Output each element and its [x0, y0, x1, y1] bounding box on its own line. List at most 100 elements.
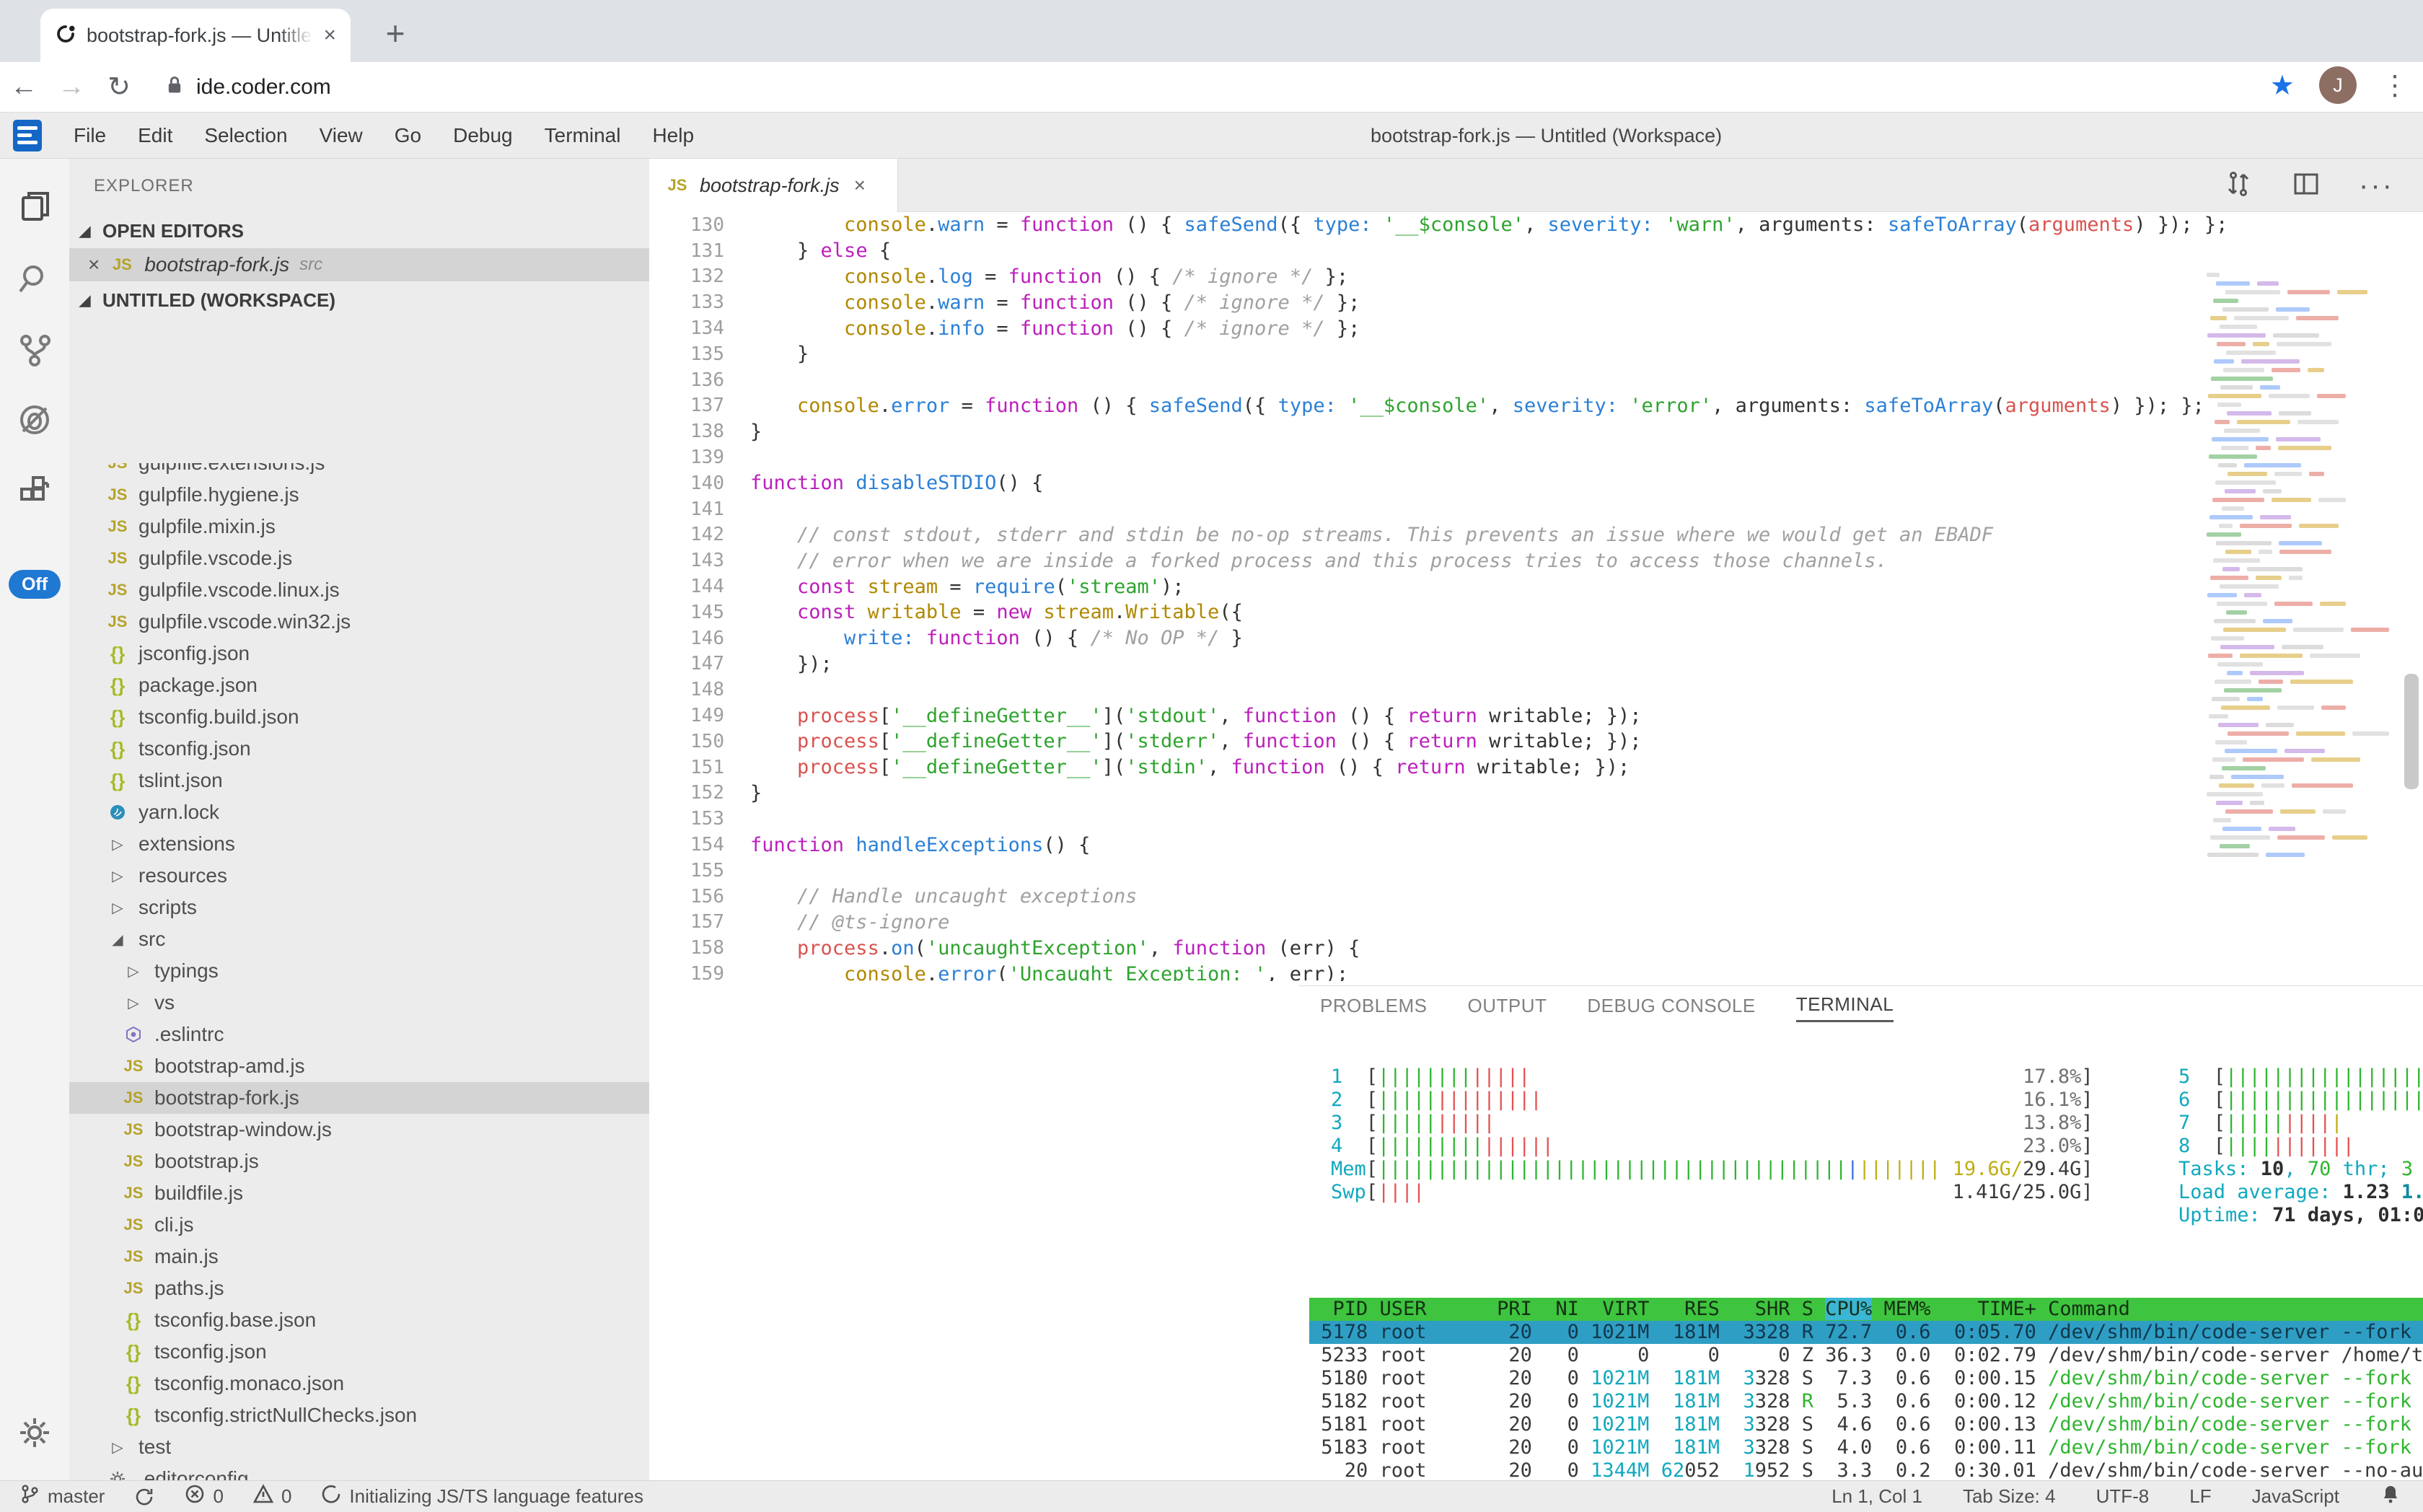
- tree-item[interactable]: {}tsconfig.strictNullChecks.json: [69, 1399, 649, 1431]
- code-line: 134 console.info = function () { /* igno…: [649, 315, 2423, 341]
- url-text[interactable]: ide.coder.com: [196, 75, 331, 100]
- code-line: 156 // Handle uncaught exceptions: [649, 884, 2423, 910]
- cursor-position[interactable]: Ln 1, Col 1: [1831, 1485, 1922, 1508]
- editor-group: JS bootstrap-fork.js × ··· 130 console.w…: [649, 159, 2423, 1480]
- bookmark-star-icon[interactable]: ★: [2270, 69, 2295, 102]
- tree-item[interactable]: yarn.lock: [69, 796, 649, 828]
- sync-editors-icon[interactable]: [2223, 169, 2253, 203]
- panel-tab-debug-console[interactable]: DEBUG CONSOLE: [1587, 995, 1755, 1021]
- open-editor-item[interactable]: × JS bootstrap-fork.js src: [69, 248, 649, 281]
- htop-process-row: 5183 root 20 0 1021M 181M 3328 S 4.0 0.6…: [1309, 1436, 2423, 1459]
- eol[interactable]: LF: [2189, 1485, 2211, 1508]
- back-icon[interactable]: ←: [0, 71, 48, 102]
- tree-item[interactable]: {}tsconfig.json: [69, 733, 649, 765]
- tree-item[interactable]: ▷test: [69, 1431, 649, 1463]
- menu-terminal[interactable]: Terminal: [529, 113, 637, 159]
- htop-table-header: PID USER PRI NI VIRT RES SHR S CPU% MEM%…: [1309, 1298, 2423, 1321]
- tree-item[interactable]: .eslintrc: [69, 1019, 649, 1050]
- tree-item[interactable]: JSgulpfile.extensions.js: [69, 463, 649, 479]
- menu-help[interactable]: Help: [636, 113, 710, 159]
- browser-menu-icon[interactable]: ⋮: [2381, 69, 2409, 102]
- tab-close-icon[interactable]: ×: [323, 23, 336, 48]
- tree-item[interactable]: ▷extensions: [69, 828, 649, 860]
- debug-disabled-icon[interactable]: [16, 401, 53, 439]
- terminal-output[interactable]: 1 [||||||||||||| 17.8%]2 [||||||||||||||…: [1298, 1029, 2423, 1481]
- menu-debug[interactable]: Debug: [437, 113, 529, 159]
- extensions-icon[interactable]: [16, 472, 53, 509]
- editor-scrollbar[interactable]: [2404, 674, 2419, 789]
- editor-tab-active[interactable]: JS bootstrap-fork.js ×: [649, 159, 898, 212]
- panel-tab-problems[interactable]: PROBLEMS: [1320, 995, 1428, 1021]
- encoding[interactable]: UTF-8: [2096, 1485, 2150, 1508]
- json-file-icon: {}: [105, 706, 130, 729]
- forward-icon[interactable]: →: [48, 71, 95, 102]
- close-icon[interactable]: ×: [854, 174, 866, 197]
- tree-item[interactable]: ◢src: [69, 923, 649, 955]
- tree-item[interactable]: JSgulpfile.vscode.linux.js: [69, 574, 649, 606]
- source-control-icon[interactable]: [16, 330, 53, 368]
- menu-selection[interactable]: Selection: [188, 113, 303, 159]
- code-line: 133 console.warn = function () { /* igno…: [649, 289, 2423, 315]
- tree-item[interactable]: JSgulpfile.vscode.js: [69, 542, 649, 574]
- minimap[interactable]: [2207, 273, 2380, 871]
- tab-size[interactable]: Tab Size: 4: [1963, 1485, 2056, 1508]
- collaboration-off-badge[interactable]: Off: [9, 570, 61, 599]
- tree-item[interactable]: {}tsconfig.base.json: [69, 1304, 649, 1336]
- close-icon[interactable]: ×: [88, 253, 100, 276]
- settings-gear-icon[interactable]: [16, 1414, 53, 1451]
- git-branch-status[interactable]: master: [19, 1483, 105, 1510]
- workspace-header[interactable]: ◢ UNTITLED (WORKSPACE): [69, 283, 649, 317]
- tree-item[interactable]: {}tsconfig.json: [69, 1336, 649, 1368]
- tree-item[interactable]: {}tsconfig.build.json: [69, 701, 649, 733]
- tree-item[interactable]: JScli.js: [69, 1209, 649, 1241]
- tree-item[interactable]: ▷typings: [69, 955, 649, 987]
- tree-item[interactable]: ▷scripts: [69, 892, 649, 923]
- menu-file[interactable]: File: [58, 113, 122, 159]
- tree-item[interactable]: JSpaths.js: [69, 1273, 649, 1304]
- menu-view[interactable]: View: [304, 113, 379, 159]
- panel-tab-output[interactable]: OUTPUT: [1468, 995, 1547, 1021]
- tree-item[interactable]: JSbuildfile.js: [69, 1177, 649, 1209]
- panel-tab-terminal[interactable]: TERMINAL: [1796, 993, 1894, 1022]
- tree-item[interactable]: JSbootstrap-fork.js: [69, 1082, 649, 1114]
- split-editor-icon[interactable]: [2291, 169, 2321, 203]
- tree-item[interactable]: JSbootstrap-window.js: [69, 1114, 649, 1146]
- menu-edit[interactable]: Edit: [122, 113, 188, 159]
- language-status[interactable]: Initializing JS/TS language features: [320, 1483, 643, 1510]
- menu-go[interactable]: Go: [379, 113, 437, 159]
- tree-item[interactable]: JSbootstrap-amd.js: [69, 1050, 649, 1082]
- js-file-icon: JS: [121, 1247, 146, 1266]
- tree-item[interactable]: JSmain.js: [69, 1241, 649, 1273]
- explorer-icon[interactable]: [16, 188, 53, 225]
- errors-status[interactable]: 0: [184, 1483, 223, 1510]
- warnings-status[interactable]: 0: [252, 1483, 291, 1510]
- search-icon[interactable]: [16, 260, 53, 297]
- code-line: 135 }: [649, 341, 2423, 367]
- branch-icon: [19, 1483, 40, 1510]
- tree-item[interactable]: .editorconfig: [69, 1463, 649, 1480]
- tree-item[interactable]: {}package.json: [69, 669, 649, 701]
- twisty-expanded-icon: ◢: [79, 291, 95, 309]
- tree-item[interactable]: JSbootstrap.js: [69, 1146, 649, 1177]
- tree-item[interactable]: JSgulpfile.hygiene.js: [69, 479, 649, 511]
- code-editor[interactable]: 130 console.warn = function () { safeSen…: [649, 212, 2423, 981]
- sync-icon[interactable]: [133, 1486, 155, 1508]
- tree-item[interactable]: {}jsconfig.json: [69, 638, 649, 669]
- open-editors-header[interactable]: ◢ OPEN EDITORS: [69, 214, 649, 248]
- tree-item[interactable]: JSgulpfile.vscode.win32.js: [69, 606, 649, 638]
- avatar[interactable]: J: [2319, 66, 2357, 104]
- bottom-panel: PROBLEMSOUTPUTDEBUG CONSOLETERMINAL 1: h…: [1298, 985, 2423, 1480]
- tree-item[interactable]: {}tslint.json: [69, 765, 649, 796]
- tree-item[interactable]: ▷vs: [69, 987, 649, 1019]
- eslint-icon: [121, 1026, 146, 1043]
- more-actions-icon[interactable]: ···: [2359, 170, 2394, 202]
- browser-tab[interactable]: bootstrap-fork.js — Untitled (V ×: [40, 9, 351, 62]
- bell-icon[interactable]: [2380, 1483, 2401, 1510]
- tree-item[interactable]: JSgulpfile.mixin.js: [69, 511, 649, 542]
- tree-item[interactable]: {}tsconfig.monaco.json: [69, 1368, 649, 1399]
- gear-file-icon: [105, 1470, 130, 1480]
- new-tab-button[interactable]: +: [375, 13, 415, 53]
- reload-icon[interactable]: ↻: [95, 71, 143, 103]
- language-mode[interactable]: JavaScript: [2252, 1485, 2339, 1508]
- tree-item[interactable]: ▷resources: [69, 860, 649, 892]
